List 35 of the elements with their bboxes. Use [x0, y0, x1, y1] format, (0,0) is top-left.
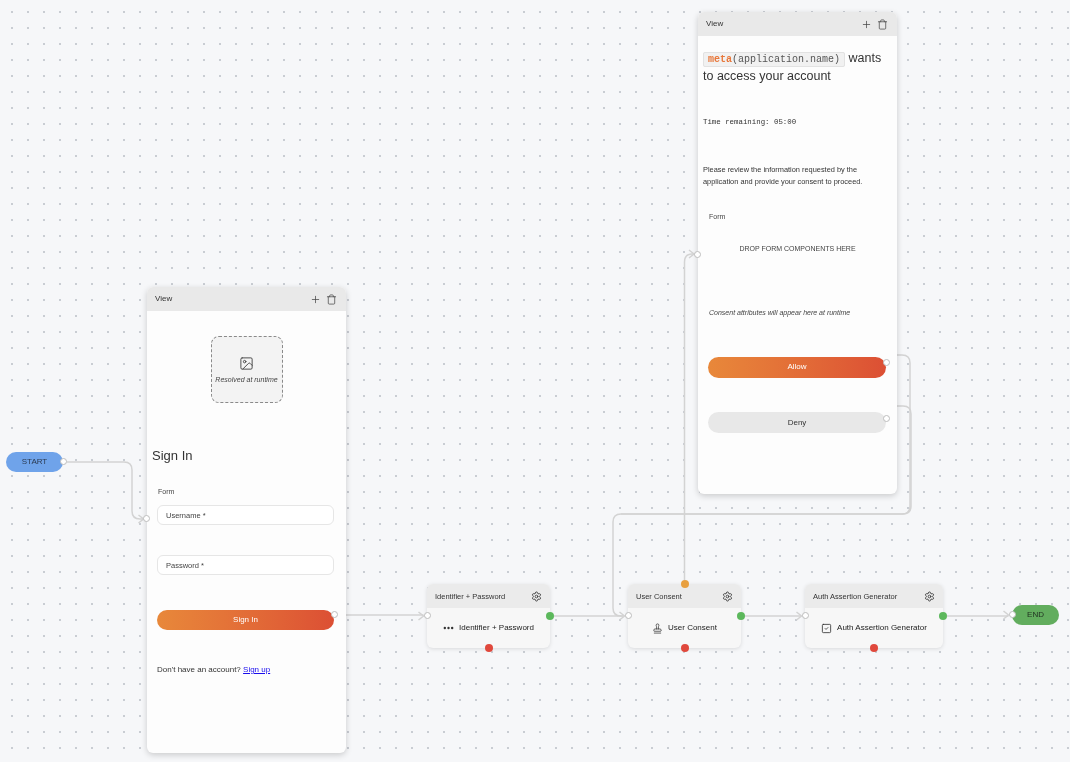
connector-line: [946, 610, 1010, 620]
end-label: END: [1027, 610, 1044, 620]
handle-ring-icon[interactable]: [883, 414, 890, 422]
handle-ring-icon[interactable]: [625, 612, 632, 619]
checkbox-icon: [821, 622, 833, 634]
handle-ring-icon[interactable]: [883, 359, 890, 366]
node-label: Auth Assertion Generator: [837, 623, 927, 633]
dots-icon: [443, 626, 455, 630]
node-label: Identifier + Password: [459, 623, 534, 633]
handle-ring-icon[interactable]: [802, 612, 809, 619]
end-node[interactable]: END: [1012, 605, 1059, 625]
image-icon: [239, 355, 254, 371]
sign-in-heading: Sign In: [152, 448, 193, 464]
card-title: View: [706, 19, 724, 29]
node-label: User Consent: [668, 623, 717, 633]
stamp-icon: [652, 622, 664, 634]
handle-ring-icon[interactable]: [694, 251, 701, 258]
start-label: START: [21, 457, 48, 467]
trash-icon[interactable]: [877, 18, 888, 30]
handle-ring-icon[interactable]: [424, 612, 431, 619]
handle-ring-icon[interactable]: [331, 611, 338, 618]
plus-icon[interactable]: [310, 293, 321, 305]
settings-icon[interactable]: [531, 590, 542, 602]
handle-ring-icon[interactable]: [143, 515, 150, 522]
plus-icon[interactable]: [861, 18, 872, 30]
consent-heading: meta(application.name) wants to access your account: [703, 50, 883, 85]
handle-ring-icon[interactable]: [60, 458, 67, 465]
deny-button[interactable]: Deny: [708, 412, 886, 433]
trash-icon[interactable]: [326, 293, 337, 305]
card-title: View: [155, 294, 173, 304]
signup-link[interactable]: Sign up: [243, 665, 271, 674]
settings-icon[interactable]: [924, 590, 935, 602]
handle-ring-icon[interactable]: [1009, 611, 1016, 618]
settings-icon[interactable]: [722, 590, 733, 602]
signup-prompt: Don't have an account? Sign up: [157, 665, 271, 675]
